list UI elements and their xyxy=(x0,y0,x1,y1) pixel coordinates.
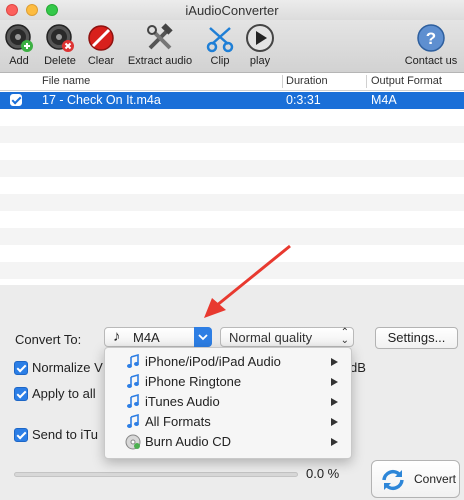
menu-item-burn-audio-cd[interactable]: Burn Audio CD xyxy=(105,432,351,452)
empty-row xyxy=(0,177,464,194)
normalize-label: Normalize V xyxy=(32,360,103,375)
duration-cell: 0:3:31 xyxy=(286,93,321,107)
column-file-name[interactable]: File name xyxy=(42,75,90,87)
table-header: File name Duration Output Format xyxy=(0,73,464,91)
refresh-icon xyxy=(382,469,404,491)
menu-item-label: iTunes Audio xyxy=(145,394,220,409)
add-button[interactable]: Add xyxy=(2,20,36,67)
extract-audio-button[interactable]: Extract audio xyxy=(124,20,196,67)
format-popup[interactable]: ♪ M4A xyxy=(104,327,212,347)
play-icon xyxy=(246,24,274,52)
music-note-icon xyxy=(125,353,141,370)
quality-value: Normal quality xyxy=(229,330,313,345)
menu-item-itunes-audio[interactable]: iTunes Audio xyxy=(105,392,351,412)
toolbar: Add Delete Clear Extract audio Clip play… xyxy=(0,20,464,73)
music-note-icon xyxy=(125,393,141,410)
clear-button[interactable]: Clear xyxy=(84,20,118,67)
table-row[interactable]: 17 - Check On It.m4a 0:3:31 M4A xyxy=(0,92,464,109)
svg-text:?: ? xyxy=(426,29,436,48)
title-bar: iAudioConverter xyxy=(0,0,464,20)
progress-text: 0.0 % xyxy=(306,466,340,481)
stepper-icon: ⌃ ⌄ xyxy=(340,327,349,346)
cd-icon xyxy=(125,434,141,450)
submenu-arrow-icon xyxy=(331,438,338,446)
menu-item-label: All Formats xyxy=(145,414,211,429)
column-output-format[interactable]: Output Format xyxy=(371,75,442,87)
empty-row xyxy=(0,126,464,143)
quality-popup[interactable]: Normal quality ⌃ ⌄ xyxy=(220,327,354,347)
annotation-arrow xyxy=(204,244,291,318)
clear-label: Clear xyxy=(87,55,115,67)
menu-item-iphone-ringtone[interactable]: iPhone Ringtone xyxy=(105,372,351,392)
clear-icon xyxy=(88,25,114,51)
empty-row xyxy=(0,211,464,228)
submenu-arrow-icon xyxy=(331,378,338,386)
music-note-icon: ♪ xyxy=(113,328,121,345)
scissors-icon xyxy=(206,27,234,53)
contact-us-label: Contact us xyxy=(404,55,458,67)
empty-row xyxy=(0,194,464,211)
format-value: M4A xyxy=(133,330,160,345)
normalize-checkbox[interactable] xyxy=(14,361,28,375)
music-note-icon xyxy=(125,413,141,430)
window-title: iAudioConverter xyxy=(185,3,279,18)
add-icon xyxy=(5,24,33,52)
column-duration[interactable]: Duration xyxy=(286,75,328,87)
play-button[interactable]: play xyxy=(244,20,276,67)
extract-audio-label: Extract audio xyxy=(127,55,193,67)
menu-item-label: iPhone Ringtone xyxy=(145,374,242,389)
delete-icon xyxy=(46,24,74,52)
music-note-icon xyxy=(125,373,141,390)
column-divider xyxy=(366,75,367,88)
progress-bar xyxy=(14,472,298,477)
tools-icon xyxy=(147,23,173,50)
apply-to-all-label: Apply to all xyxy=(32,386,96,401)
submenu-arrow-icon xyxy=(331,418,338,426)
send-to-itunes-label: Send to iTu xyxy=(32,427,99,442)
empty-row xyxy=(0,109,464,126)
empty-row xyxy=(0,143,464,160)
delete-label: Delete xyxy=(44,55,76,67)
row-checkbox[interactable] xyxy=(10,94,22,106)
add-label: Add xyxy=(9,55,29,67)
delete-button[interactable]: Delete xyxy=(40,20,80,67)
clip-label: Clip xyxy=(210,55,230,67)
clip-button[interactable]: Clip xyxy=(204,20,236,67)
file-name-cell: 17 - Check On It.m4a xyxy=(42,93,161,107)
menu-item-iphone-audio[interactable]: iPhone/iPod/iPad Audio xyxy=(105,352,351,372)
empty-row xyxy=(0,160,464,177)
menu-item-label: iPhone/iPod/iPad Audio xyxy=(145,354,281,369)
help-icon: ? xyxy=(417,24,445,52)
apply-to-all-checkbox[interactable] xyxy=(14,387,28,401)
send-to-itunes-checkbox[interactable] xyxy=(14,428,28,442)
convert-label: Convert xyxy=(414,472,457,486)
column-divider xyxy=(282,75,283,88)
output-format-cell: M4A xyxy=(371,93,397,107)
contact-us-button[interactable]: ? Contact us xyxy=(400,20,462,67)
submenu-arrow-icon xyxy=(331,398,338,406)
convert-button[interactable]: Convert xyxy=(371,460,460,498)
settings-button[interactable]: Settings... xyxy=(375,327,458,349)
menu-item-all-formats[interactable]: All Formats xyxy=(105,412,351,432)
db-suffix: dB xyxy=(350,360,366,375)
menu-item-label: Burn Audio CD xyxy=(145,434,231,449)
convert-to-label: Convert To: xyxy=(15,332,82,347)
play-label: play xyxy=(249,55,271,67)
format-menu: iPhone/iPod/iPad Audio iPhone Ringtone i… xyxy=(104,347,352,459)
chevron-down-icon xyxy=(194,327,212,347)
submenu-arrow-icon xyxy=(331,358,338,366)
